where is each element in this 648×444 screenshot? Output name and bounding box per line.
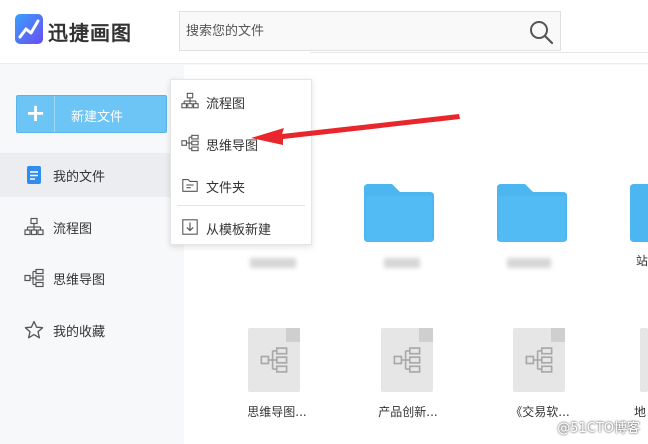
sidebar-item-favorites[interactable]: 我的收藏 [0,308,183,352]
search-input[interactable] [180,12,510,50]
mindmap-doc-icon [513,328,565,392]
folder-icon [497,184,567,242]
dropdown-item-mindmap[interactable]: 思维导图 [171,124,311,162]
top-header: 迅捷画图 [0,0,648,64]
mindmap-icon [24,268,44,288]
dropdown-item-label: 思维导图 [206,139,259,154]
flowchart-icon [24,217,44,236]
mindmap-doc-icon [381,328,433,392]
mindmap-icon [393,347,421,373]
document-icon [27,166,41,184]
folder-item[interactable] [495,180,605,290]
folder-icon [364,184,434,242]
blurred-file-name [507,258,551,268]
new-file-button[interactable]: + 新建文件 [16,95,167,133]
star-icon [24,320,44,339]
dropdown-item-folder[interactable]: 文件夹 [171,166,311,204]
flowchart-icon [181,92,199,109]
file-name: 产品创新... [378,405,438,419]
app-title: 迅捷画图 [48,21,132,45]
dropdown-item-label: 流程图 [206,97,246,112]
new-file-dropdown: 流程图 思维导图 文件夹 从模板新建 [170,79,312,245]
search-icon[interactable] [528,19,554,45]
folder-icon [182,179,198,192]
mindmap-icon [260,347,288,373]
new-file-label: 新建文件 [71,110,124,125]
sidebar-item-my-files[interactable]: 我的文件 [0,153,183,197]
dropdown-item-label: 文件夹 [206,181,246,196]
sidebar-item-label: 我的收藏 [53,325,106,340]
template-icon [182,219,198,235]
mindmap-file-item[interactable]: 思维导图... [222,328,332,438]
content-divider [310,52,648,53]
mindmap-icon [181,134,199,152]
sidebar-item-flowchart[interactable]: 流程图 [0,205,183,249]
blurred-file-name [384,258,420,268]
dropdown-item-flowchart[interactable]: 流程图 [171,82,311,120]
sidebar-item-label: 我的文件 [53,170,106,185]
watermark: @51CTO博客 [557,421,640,436]
sidebar-item-label: 思维导图 [53,273,106,288]
file-name: 站 [636,254,648,268]
mindmap-icon [525,347,553,373]
sidebar-item-mindmap[interactable]: 思维导图 [0,256,183,300]
mindmap-file-item[interactable]: 产品创新... [353,328,463,438]
app-logo-icon [15,14,43,44]
folder-item[interactable] [362,180,472,290]
dropdown-item-from-template[interactable]: 从模板新建 [171,208,311,246]
mindmap-doc-icon [248,328,300,392]
sidebar-item-label: 流程图 [53,222,93,237]
folder-item[interactable]: 站 [628,180,648,290]
plus-icon: + [17,96,55,132]
mindmap-doc-icon [640,328,648,392]
dropdown-separator [177,205,305,206]
blurred-file-name [250,258,296,268]
folder-icon [630,184,648,242]
sidebar: + 新建文件 我的文件 流程图 思维导图 我的收藏 [0,65,183,444]
dropdown-item-label: 从模板新建 [206,223,272,238]
search-box [179,11,561,51]
file-name: 思维导图... [247,405,307,419]
